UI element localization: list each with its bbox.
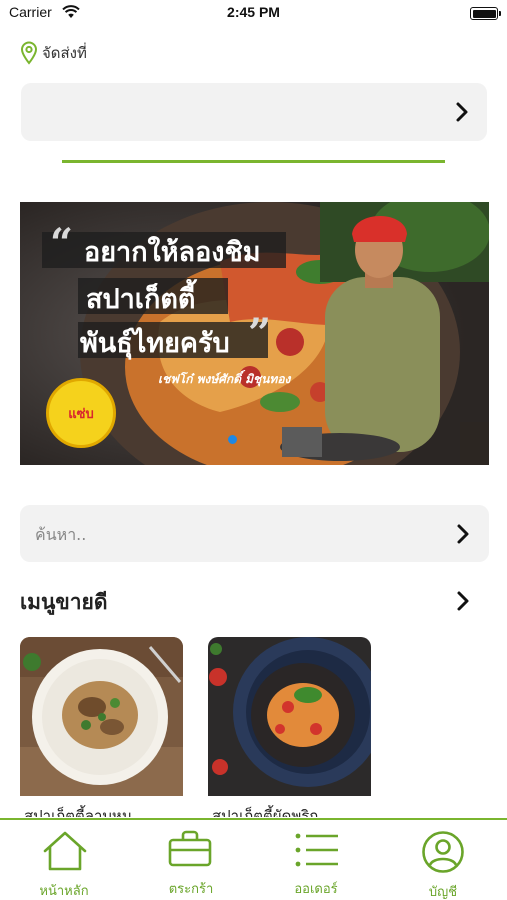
section-title-bestseller: เมนูขายดี [20, 590, 108, 614]
search-bar[interactable] [20, 505, 489, 562]
location-pin-icon [20, 41, 38, 65]
menu-card-image [20, 637, 183, 796]
tab-orders-label: ออเดอร์ [294, 882, 338, 897]
delivery-location[interactable]: จัดส่งที่ [20, 40, 87, 66]
banner-headline: พันธุ์ไทยครับ [80, 328, 230, 359]
tab-bar: หน้าหลัก ตระกร้า ออเดอร์ บัญชี [0, 820, 507, 900]
address-selector[interactable] [21, 83, 487, 141]
home-icon [43, 831, 87, 871]
divider [62, 160, 445, 163]
status-bar: Carrier 2:45 PM [0, 0, 507, 26]
brand-logo: แซ่บ [46, 378, 116, 448]
menu-card-title: สปาเก็ตตี้ผัดพริก [212, 807, 319, 817]
close-quote-icon: ” [248, 310, 272, 357]
list-icon [295, 833, 338, 867]
menu-card[interactable]: สปาเก็ตตี้ลาบหมู [20, 637, 183, 817]
search-input[interactable] [35, 520, 435, 548]
see-all-chevron-icon[interactable] [456, 590, 470, 612]
banner-page-indicator[interactable] [228, 435, 237, 444]
basket-icon [168, 830, 212, 867]
tab-basket[interactable]: ตระกร้า [131, 820, 251, 900]
tab-basket-label: ตระกร้า [168, 882, 214, 897]
open-quote-icon: “ [50, 220, 74, 267]
battery-icon [470, 7, 501, 20]
tab-orders[interactable]: ออเดอร์ [256, 820, 376, 900]
menu-card[interactable]: สปาเก็ตตี้ผัดพริก [208, 637, 371, 817]
banner-headline: อยากให้ลองชิม [84, 237, 261, 268]
food-photo-chili-spaghetti [208, 637, 371, 796]
status-time: 2:45 PM [227, 4, 280, 20]
menu-card-title: สปาเก็ตตี้ลาบหมู [24, 807, 132, 817]
delivery-label: จัดส่งที่ [42, 44, 87, 62]
tab-home-label: หน้าหลัก [39, 884, 89, 899]
tab-account[interactable]: บัญชี [383, 820, 503, 900]
menu-card-image [208, 637, 371, 796]
tab-home[interactable]: หน้าหลัก [4, 820, 124, 900]
chevron-right-icon [457, 524, 469, 544]
brand-logo-text: แซ่บ [68, 407, 94, 422]
tab-account-label: บัญชี [428, 885, 458, 900]
chevron-right-icon [456, 102, 468, 122]
account-icon [422, 831, 464, 873]
banner-headline: สปาเก็ตตี้ [86, 284, 196, 315]
food-photo-laab-spaghetti [20, 637, 183, 796]
chef-caption: เชฟโก๋ พงษ์ศักดิ์ มิชุนทอง [158, 372, 291, 386]
promo-banner[interactable]: “ อยากให้ลองชิม สปาเก็ตตี้ พันธุ์ไทยครับ… [20, 202, 489, 465]
